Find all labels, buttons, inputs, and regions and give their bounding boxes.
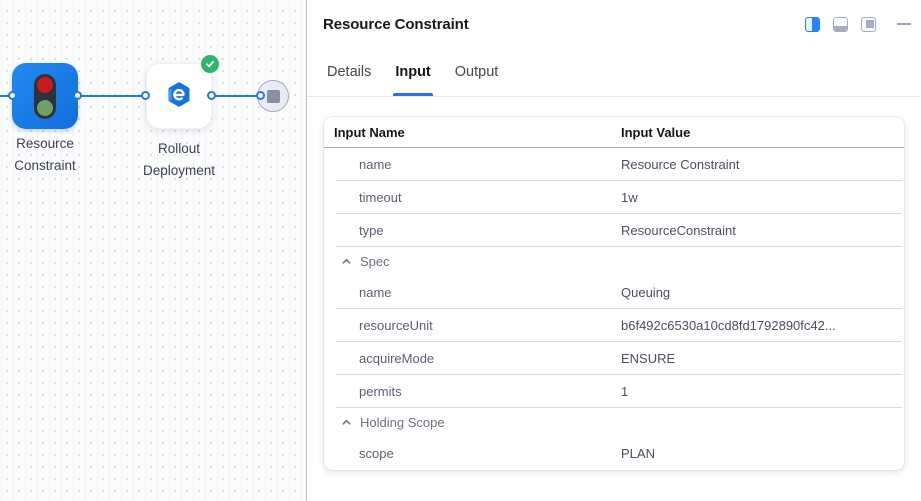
input-name: Spec bbox=[360, 254, 390, 269]
panel-header: Resource Constraint bbox=[307, 0, 920, 48]
input-table-card: Input Name Input Value name bbox=[324, 117, 904, 470]
tab[interactable]: Details bbox=[327, 48, 371, 96]
tab[interactable]: Input bbox=[395, 48, 430, 96]
input-value: ENSURE bbox=[621, 351, 904, 366]
table-row: Spec bbox=[324, 247, 904, 276]
input-value: Queuing bbox=[621, 285, 904, 300]
table-body: name Resource Constraint timeout bbox=[324, 148, 904, 470]
input-name: resourceUnit bbox=[359, 318, 433, 333]
tab[interactable]: Output bbox=[455, 48, 499, 96]
node-label-resource-constraint: Resource Constraint bbox=[0, 133, 100, 176]
input-name: permits bbox=[359, 384, 402, 399]
table-row: name Queuing bbox=[324, 276, 904, 309]
float-panel-icon[interactable] bbox=[861, 17, 876, 32]
node-rollout-deployment[interactable] bbox=[146, 63, 212, 129]
table-row: scope PLAN bbox=[324, 437, 904, 470]
node-label-rollout-deployment: Rollout Deployment bbox=[124, 138, 234, 181]
input-value: ResourceConstraint bbox=[621, 223, 904, 238]
success-check-icon bbox=[201, 55, 219, 73]
table-header: Input Name Input Value bbox=[324, 117, 904, 148]
input-value: 1w bbox=[621, 190, 904, 205]
detail-panel: Resource Constraint Details Input Output… bbox=[307, 0, 920, 501]
workflow-canvas[interactable]: Resource Constraint Rollout Deployment bbox=[0, 0, 307, 501]
panel-title: Resource Constraint bbox=[323, 16, 469, 33]
input-value: 1 bbox=[621, 384, 904, 399]
edge-node2-end bbox=[212, 95, 261, 97]
column-input-name: Input Name bbox=[334, 125, 621, 140]
input-name: name bbox=[359, 157, 392, 172]
minimize-icon[interactable] bbox=[897, 17, 912, 32]
table-row: name Resource Constraint bbox=[324, 148, 904, 181]
port-node1-in[interactable] bbox=[8, 91, 17, 100]
input-value: Resource Constraint bbox=[621, 157, 904, 172]
rollout-icon bbox=[164, 81, 194, 111]
input-name: Holding Scope bbox=[360, 415, 445, 430]
port-node1-out[interactable] bbox=[73, 91, 82, 100]
node-resource-constraint[interactable] bbox=[12, 63, 78, 129]
table-row: Holding Scope bbox=[324, 408, 904, 437]
input-name: timeout bbox=[359, 190, 402, 205]
traffic-light-red bbox=[37, 77, 53, 93]
dock-right-icon[interactable] bbox=[805, 17, 820, 32]
edge-node1-node2 bbox=[78, 95, 146, 97]
table-row: acquireMode ENSURE bbox=[324, 342, 904, 375]
input-value: PLAN bbox=[621, 446, 904, 461]
panel-body: Input Name Input Value name bbox=[307, 97, 920, 501]
port-end-in[interactable] bbox=[256, 91, 265, 100]
table-row: permits 1 bbox=[324, 375, 904, 408]
input-value: b6f492c6530a10cd8fd1792890fc42... bbox=[621, 318, 904, 333]
dock-bottom-icon[interactable] bbox=[833, 17, 848, 32]
collapse-chevron-icon[interactable] bbox=[339, 255, 353, 269]
port-node2-in[interactable] bbox=[141, 91, 150, 100]
input-name: name bbox=[359, 285, 392, 300]
tab-bar: Details Input Output bbox=[307, 48, 920, 97]
traffic-light-icon bbox=[34, 74, 56, 119]
table-row: type ResourceConstraint bbox=[324, 214, 904, 247]
input-name: scope bbox=[359, 446, 394, 461]
input-name: type bbox=[359, 223, 384, 238]
input-name: acquireMode bbox=[359, 351, 434, 366]
panel-controls bbox=[805, 17, 912, 32]
stop-icon bbox=[267, 90, 280, 103]
table-row: timeout 1w bbox=[324, 181, 904, 214]
traffic-light-green bbox=[37, 100, 53, 116]
port-node2-out[interactable] bbox=[207, 91, 216, 100]
collapse-chevron-icon[interactable] bbox=[339, 416, 353, 430]
column-input-value: Input Value bbox=[621, 125, 904, 140]
table-row: resourceUnit b6f492c6530a10cd8fd1792890f… bbox=[324, 309, 904, 342]
app-window: Resource Constraint Rollout Deployment R… bbox=[0, 0, 921, 501]
